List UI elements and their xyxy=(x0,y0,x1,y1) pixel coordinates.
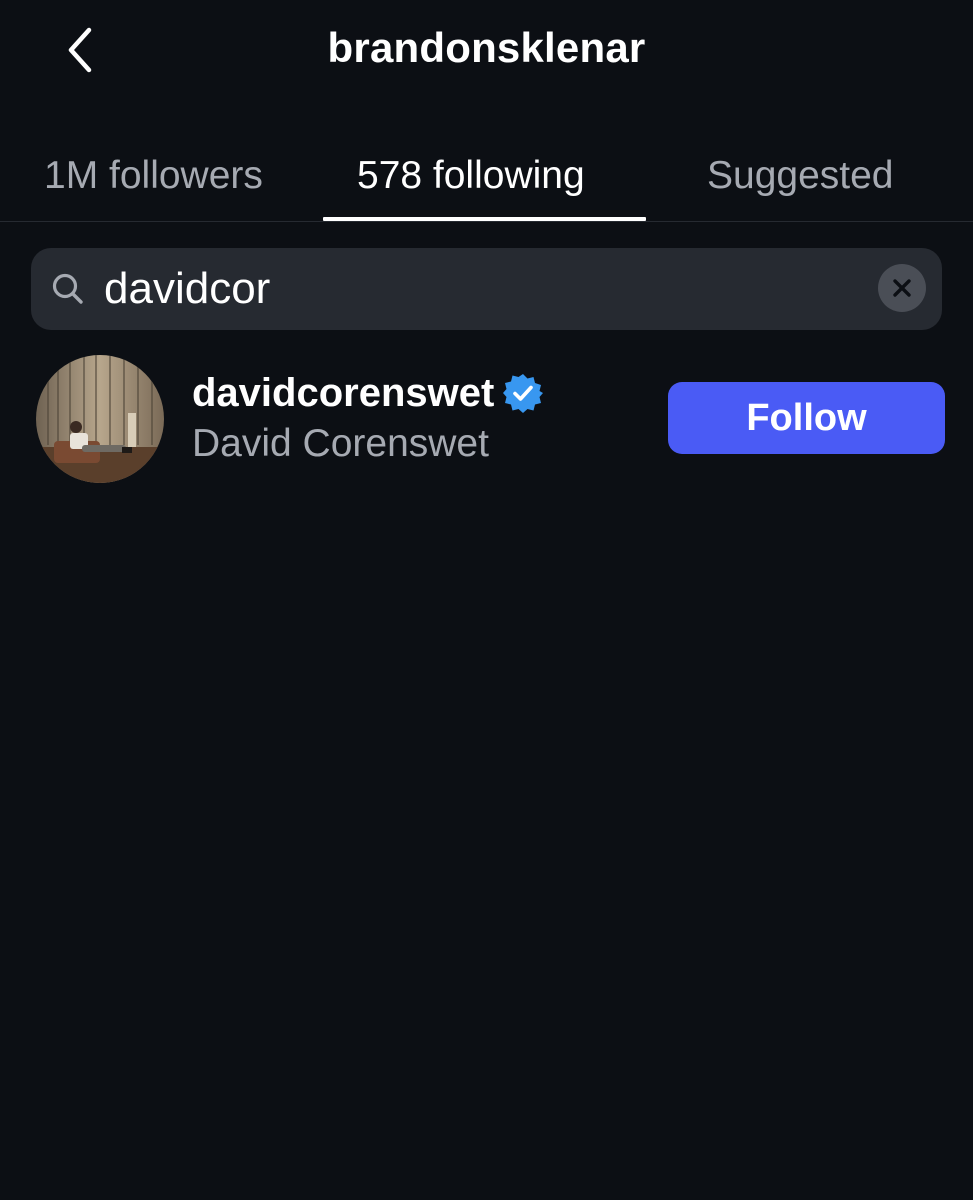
clear-search-button[interactable] xyxy=(878,264,926,312)
username-row: davidcorenswet xyxy=(192,368,544,418)
search-input[interactable] xyxy=(104,258,864,320)
close-icon xyxy=(893,279,911,297)
page-title: brandonsklenar xyxy=(327,24,646,71)
tab-bar: 1M followers 578 following Suggested xyxy=(0,126,973,222)
verified-badge-icon xyxy=(503,374,544,413)
username[interactable]: davidcorenswet xyxy=(192,371,494,416)
full-name: David Corenswet xyxy=(192,422,489,465)
search-bar xyxy=(31,248,942,330)
tab-following[interactable]: 578 following xyxy=(357,148,585,204)
tab-followers[interactable]: 1M followers xyxy=(44,148,263,204)
header: brandonsklenar xyxy=(0,0,973,105)
following-screen: brandonsklenar 1M followers 578 followin… xyxy=(0,0,973,1200)
avatar-photo xyxy=(36,355,164,483)
tab-suggested[interactable]: Suggested xyxy=(707,148,894,204)
tabs-divider xyxy=(0,221,973,222)
follow-button[interactable]: Follow xyxy=(668,382,945,454)
search-icon xyxy=(52,273,83,304)
avatar[interactable] xyxy=(36,355,164,483)
list-item[interactable]: davidcorenswet David Corenswet Follow xyxy=(0,350,973,490)
